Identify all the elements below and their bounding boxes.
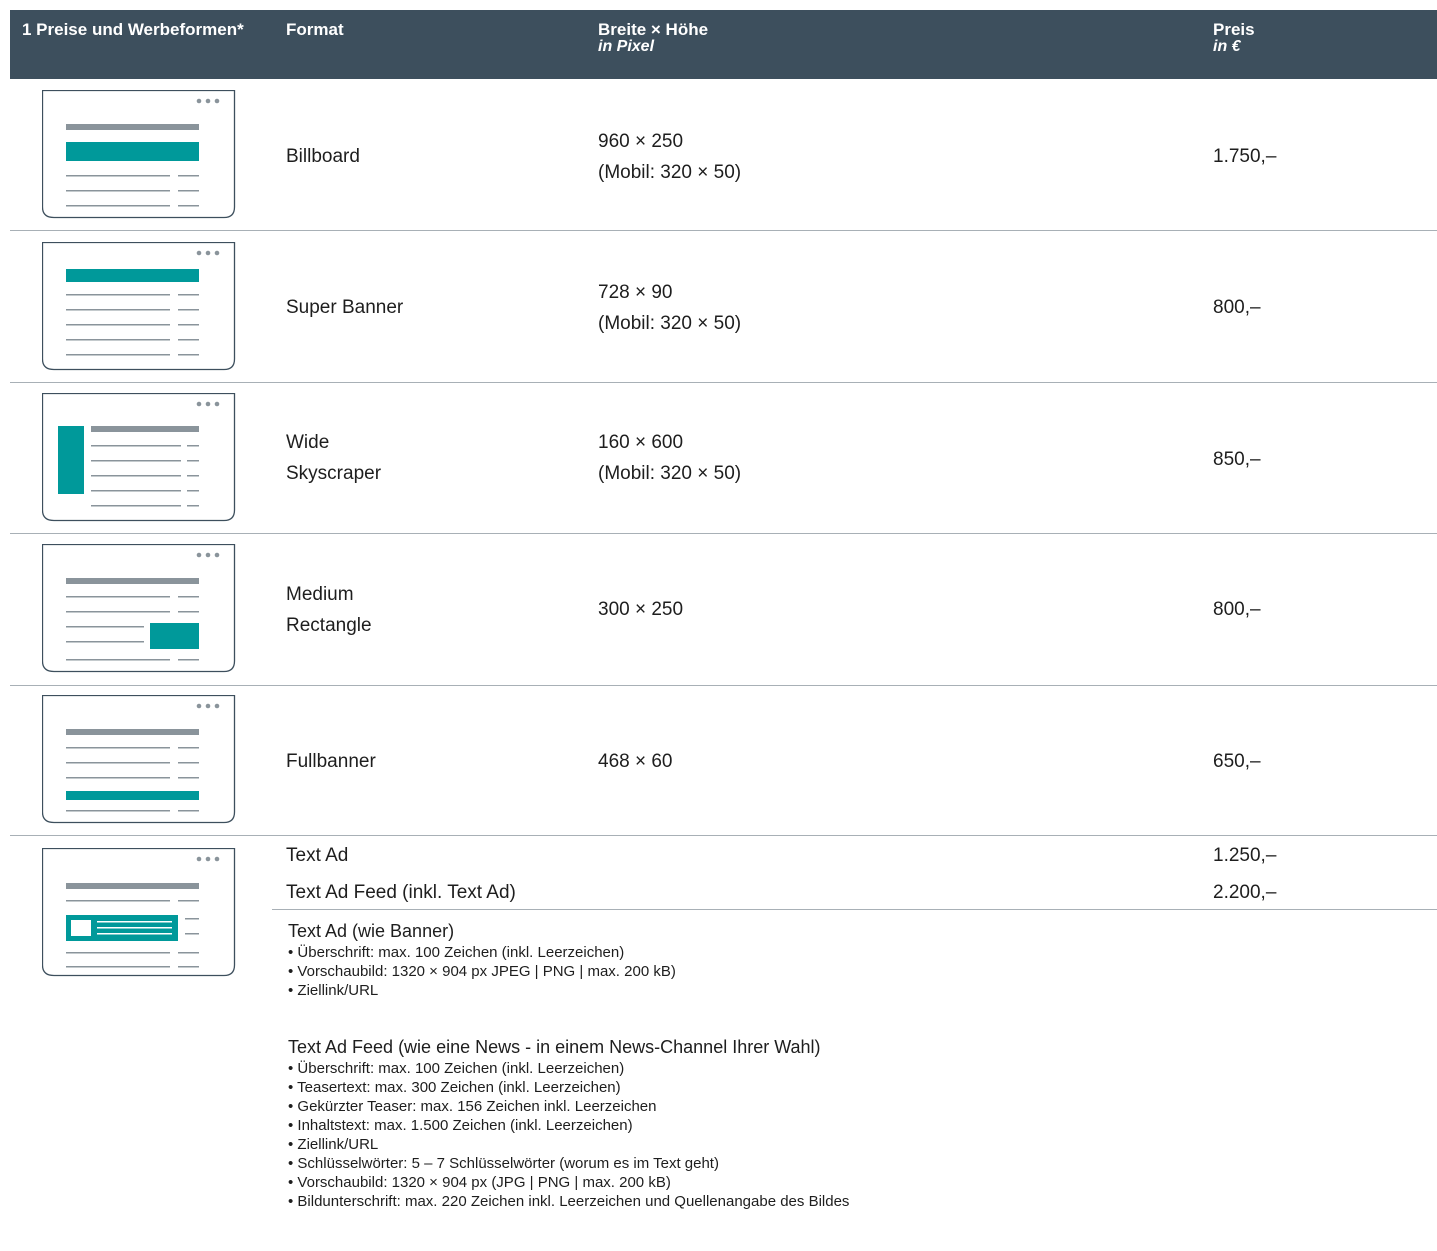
list-item: Überschrift: max. 100 Zeichen (inkl. Lee… bbox=[288, 943, 676, 962]
text-ad-feed-spec: Text Ad Feed (wie eine News - in einem N… bbox=[288, 1036, 849, 1211]
table-header: 1 Preise und Werbeformen* Format Breite … bbox=[10, 10, 1437, 79]
format-price: 650,– bbox=[1213, 751, 1261, 772]
list-item: Gekürzter Teaser: max. 156 Zeichen inkl.… bbox=[288, 1097, 849, 1116]
text-ad-label: Text Ad bbox=[286, 845, 349, 866]
spec-title: Text Ad (wie Banner) bbox=[288, 921, 455, 941]
text-ad-price: 1.250,– bbox=[1213, 845, 1277, 866]
header-price-unit: in € bbox=[1213, 38, 1241, 55]
list-item: Schlüsselwörter: 5 – 7 Schlüsselwörter (… bbox=[288, 1154, 849, 1173]
format-price: 800,– bbox=[1213, 599, 1261, 620]
format-size: 728 × 90 (Mobil: 320 × 50) bbox=[598, 282, 742, 334]
format-size: 160 × 600 (Mobil: 320 × 50) bbox=[598, 432, 742, 484]
format-name: Medium Rectangle bbox=[286, 584, 372, 636]
text-ad-feed-label: Text Ad Feed (inkl. Text Ad) bbox=[286, 882, 516, 903]
fullbanner-icon bbox=[42, 695, 236, 824]
row-divider bbox=[272, 909, 1437, 910]
medium-rectangle-icon bbox=[42, 544, 236, 673]
spec-title: Text Ad Feed (wie eine News - in einem N… bbox=[288, 1037, 821, 1057]
billboard-icon bbox=[42, 90, 236, 219]
header-format: Format bbox=[286, 20, 344, 39]
row-divider bbox=[10, 533, 1437, 534]
list-item: Ziellink/URL bbox=[288, 1135, 849, 1154]
header-size: Breite × Höhe in Pixel bbox=[598, 20, 709, 55]
format-size: 468 × 60 bbox=[598, 751, 673, 772]
list-item: Teasertext: max. 300 Zeichen (inkl. Leer… bbox=[288, 1078, 849, 1097]
text-ad-feed-price: 2.200,– bbox=[1213, 882, 1277, 903]
wide-skyscraper-icon bbox=[42, 393, 236, 522]
list-item: Vorschaubild: 1320 × 904 px JPEG | PNG |… bbox=[288, 962, 675, 981]
format-name: Super Banner bbox=[286, 297, 404, 318]
list-item: Ziellink/URL bbox=[288, 981, 676, 1000]
header-title: 1 Preise und Werbeformen* bbox=[22, 20, 244, 39]
row-divider bbox=[10, 685, 1437, 686]
spec-list: Überschrift: max. 100 Zeichen (inkl. Lee… bbox=[288, 943, 676, 1000]
header-size-unit: in Pixel bbox=[598, 38, 655, 55]
header-price: Preis in € bbox=[1213, 20, 1255, 55]
list-item: Vorschaubild: 1320 × 904 px (JPG | PNG |… bbox=[288, 1173, 849, 1192]
spec-list: Überschrift: max. 100 Zeichen (inkl. Lee… bbox=[288, 1059, 849, 1211]
format-price: 1.750,– bbox=[1213, 146, 1277, 167]
format-name: Wide Skyscraper bbox=[286, 432, 382, 484]
super-banner-icon bbox=[42, 242, 236, 371]
row-divider bbox=[10, 835, 1437, 836]
format-size: 300 × 250 bbox=[598, 599, 684, 620]
text-ad-spec: Text Ad (wie Banner) Überschrift: max. 1… bbox=[288, 920, 676, 1000]
text-ad-icon bbox=[42, 848, 236, 977]
format-price: 850,– bbox=[1213, 449, 1261, 470]
row-divider bbox=[10, 382, 1437, 383]
format-size: 960 × 250 (Mobil: 320 × 50) bbox=[598, 131, 742, 183]
list-item: Überschrift: max. 100 Zeichen (inkl. Lee… bbox=[288, 1059, 849, 1078]
list-item: Inhaltstext: max. 1.500 Zeichen (inkl. L… bbox=[288, 1116, 849, 1135]
row-divider bbox=[10, 230, 1437, 231]
format-name: Fullbanner bbox=[286, 751, 376, 772]
format-price: 800,– bbox=[1213, 297, 1261, 318]
list-item: Bildunterschrift: max. 220 Zeichen inkl.… bbox=[288, 1192, 849, 1211]
format-name: Billboard bbox=[286, 146, 360, 167]
